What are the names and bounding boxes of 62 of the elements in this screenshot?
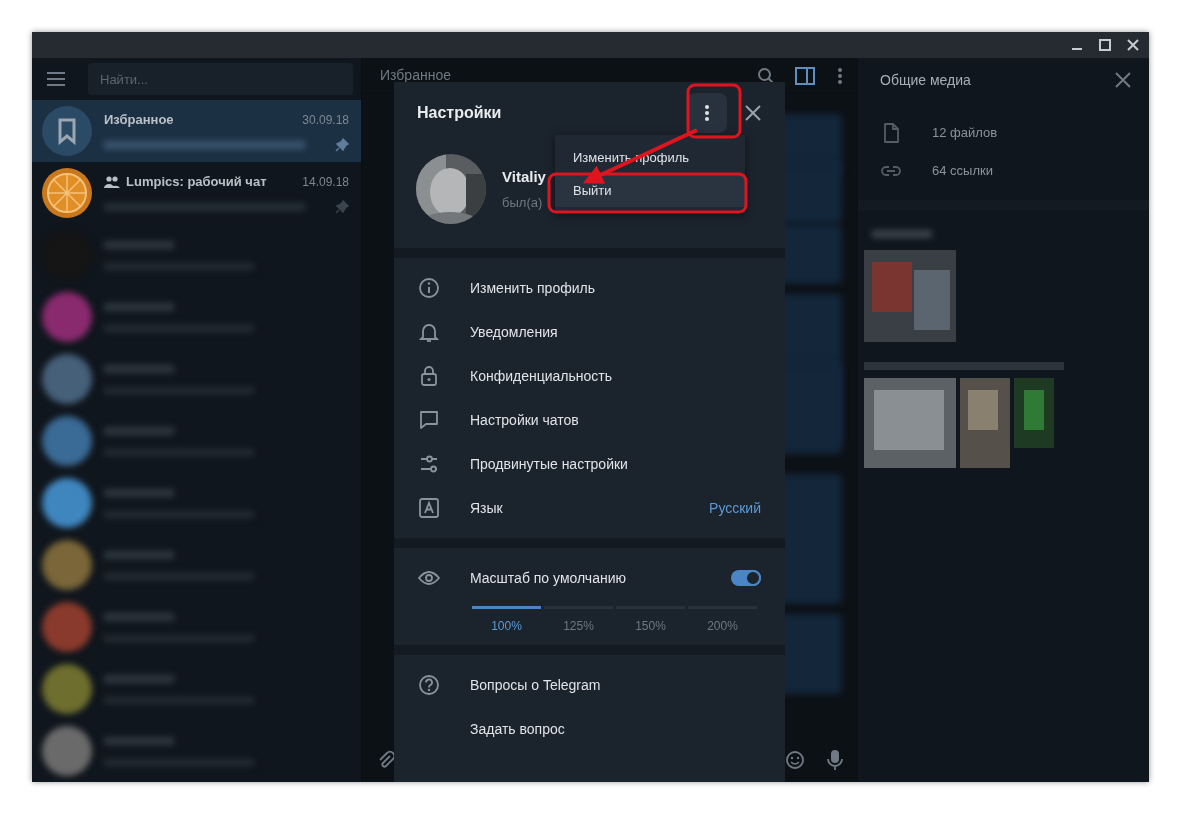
settings-label: Масштаб по умолчанию bbox=[470, 568, 627, 588]
settings-label: Изменить профиль bbox=[470, 278, 596, 298]
settings-item[interactable]: Язык Русский bbox=[394, 486, 785, 530]
language-icon bbox=[418, 497, 440, 519]
chat-title: Избранное bbox=[380, 66, 452, 85]
bell-icon bbox=[418, 321, 440, 343]
chat-name: Lumpics: рабочий чат bbox=[126, 173, 268, 192]
bookmark-avatar-icon bbox=[42, 106, 92, 156]
settings-label: Конфиденциальность bbox=[470, 366, 613, 386]
menu-item[interactable]: Выйти bbox=[555, 174, 745, 207]
settings-label: Настройки чатов bbox=[470, 410, 580, 430]
scale-option[interactable]: 200% bbox=[688, 606, 757, 635]
settings-label: Продвинутые настройки bbox=[470, 454, 629, 474]
media-row[interactable]: 64 ссылки bbox=[858, 152, 1149, 190]
settings-item[interactable]: Вопросы о Telegram bbox=[394, 663, 785, 707]
settings-item[interactable]: Конфиденциальность bbox=[394, 354, 785, 398]
chat-item[interactable]: Избранное 30.09.18 bbox=[32, 100, 361, 162]
toggle-switch[interactable] bbox=[731, 570, 761, 586]
profile-name: Vitaliy bbox=[502, 167, 546, 187]
scale-option[interactable]: 125% bbox=[544, 606, 613, 635]
settings-item[interactable]: Задать вопрос bbox=[394, 707, 785, 751]
sidebar-icon[interactable] bbox=[795, 66, 815, 85]
settings-item[interactable]: Масштаб по умолчанию bbox=[394, 556, 785, 600]
media-count: 12 файлов bbox=[932, 124, 998, 143]
close-icon bbox=[745, 105, 761, 121]
lock-icon bbox=[418, 365, 440, 387]
chat-item[interactable]: Lumpics: рабочий чат 14.09.18 bbox=[32, 162, 361, 224]
search-icon[interactable] bbox=[757, 66, 775, 85]
scale-option[interactable]: 150% bbox=[616, 606, 685, 635]
emoji-icon[interactable] bbox=[785, 750, 805, 770]
settings-label: Вопросы о Telegram bbox=[470, 675, 602, 695]
settings-item[interactable]: Уведомления bbox=[394, 310, 785, 354]
chat-bubble-icon bbox=[418, 409, 440, 431]
section-label-blurred bbox=[872, 230, 932, 238]
settings-label: Уведомления bbox=[470, 322, 559, 342]
media-count: 64 ссылки bbox=[932, 162, 993, 181]
settings-label: Задать вопрос bbox=[470, 719, 566, 739]
group-icon bbox=[104, 176, 120, 188]
chat-date: 14.09.18 bbox=[302, 174, 349, 191]
panel-title: Общие медиа bbox=[880, 70, 972, 90]
settings-item[interactable]: Продвинутые настройки bbox=[394, 442, 785, 486]
menu-icon[interactable] bbox=[46, 71, 66, 87]
info-icon bbox=[418, 277, 440, 299]
question-icon bbox=[418, 674, 440, 696]
close-icon[interactable] bbox=[1115, 72, 1131, 88]
scale-option[interactable]: 100% bbox=[472, 606, 541, 635]
dialog-title: Настройки bbox=[417, 103, 503, 123]
profile-status: был(а) bbox=[502, 193, 544, 212]
sliders-icon bbox=[418, 453, 440, 475]
settings-item[interactable]: Настройки чатов bbox=[394, 398, 785, 442]
microphone-icon[interactable] bbox=[827, 749, 843, 771]
settings-item[interactable]: Изменить профиль bbox=[394, 266, 785, 310]
search-field[interactable]: Найти... bbox=[88, 63, 353, 95]
media-row[interactable]: 12 файлов bbox=[858, 114, 1149, 152]
highlight-frame bbox=[686, 83, 742, 139]
chat-name: Избранное bbox=[104, 111, 175, 130]
chat-date: 30.09.18 bbox=[302, 112, 349, 129]
more-icon[interactable] bbox=[837, 66, 843, 85]
settings-value: Русский bbox=[709, 498, 761, 518]
fruit-slice-avatar-icon bbox=[42, 168, 92, 218]
settings-label: Язык bbox=[470, 498, 504, 518]
more-icon bbox=[704, 104, 710, 122]
